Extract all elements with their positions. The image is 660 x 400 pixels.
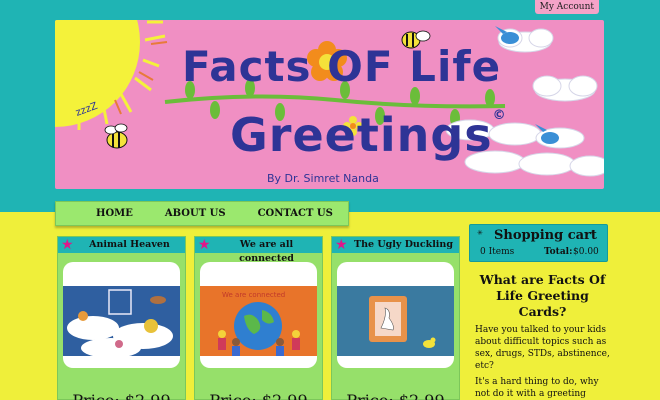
my-account-link[interactable]: My Account [534,0,599,14]
animal-heaven-art [63,286,180,356]
ugly-duckling-art [337,286,454,356]
product-title[interactable]: The Ugly Duckling [350,238,457,252]
product-image[interactable]: We are connected [200,262,317,368]
card-header: ★ Animal Heaven [58,237,185,253]
main-nav: HOME ABOUT US CONTACT US [55,201,349,226]
product-image[interactable] [63,262,180,368]
product-title[interactable]: Animal Heaven [76,238,183,252]
site-banner[interactable]: zzzZ Facts OF Life Greetings© By Dr. Sim… [55,20,604,189]
cart-title: Shopping cart [494,228,597,243]
cart-total-label: Total: [544,247,573,257]
product-image[interactable] [337,262,454,368]
cart-item-count: 0 Items [480,247,515,257]
star-icon: ★ [61,237,74,253]
product-price: Price: $2.99 [332,391,459,400]
banner-title-line2: Greetings© [230,108,507,162]
banner-byline: By Dr. Simret Nanda [267,172,379,185]
cart-total-value: $0.00 [573,247,599,257]
bee-left [104,123,128,149]
card-header: ★ We are all connected [195,237,322,264]
cart-corner-icon: ✳ [477,229,483,237]
star-icon: ★ [335,237,348,253]
banner-title-line1: Facts OF Life [182,42,502,91]
info-heading: What are Facts Of Life Greeting Cards? [479,272,606,319]
cart-corner-icon: ✳ [590,229,596,237]
info-paragraph: It's a hard thing to do, why not do it w… [475,377,599,399]
shopping-cart-box[interactable]: ✳ Shopping cart ✳ 0 Items Total: $0.00 [469,224,608,262]
nav-about-us[interactable]: ABOUT US [165,208,226,219]
product-card: ★ The Ugly Duckling Price: $2.99 [331,236,460,400]
copyright-mark: © [492,108,507,123]
info-section: What are Facts Of Life Greeting Cards? H… [475,272,610,400]
star-icon: ★ [198,237,211,253]
banner-title-line2-text: Greetings [230,108,493,162]
card-header: ★ The Ugly Duckling [332,237,459,253]
info-paragraph: Have you talked to your kids about diffi… [475,325,610,371]
nav-contact-us[interactable]: CONTACT US [258,208,333,219]
product-card: ★ Animal Heaven Price: $2.99 [57,236,186,400]
nav-home[interactable]: HOME [96,208,133,219]
product-price: Price: $2.99 [195,391,322,400]
art-caption: We are connected [222,291,286,299]
product-price: Price: $2.99 [58,391,185,400]
product-card: ★ We are all connected We are connected … [194,236,323,400]
